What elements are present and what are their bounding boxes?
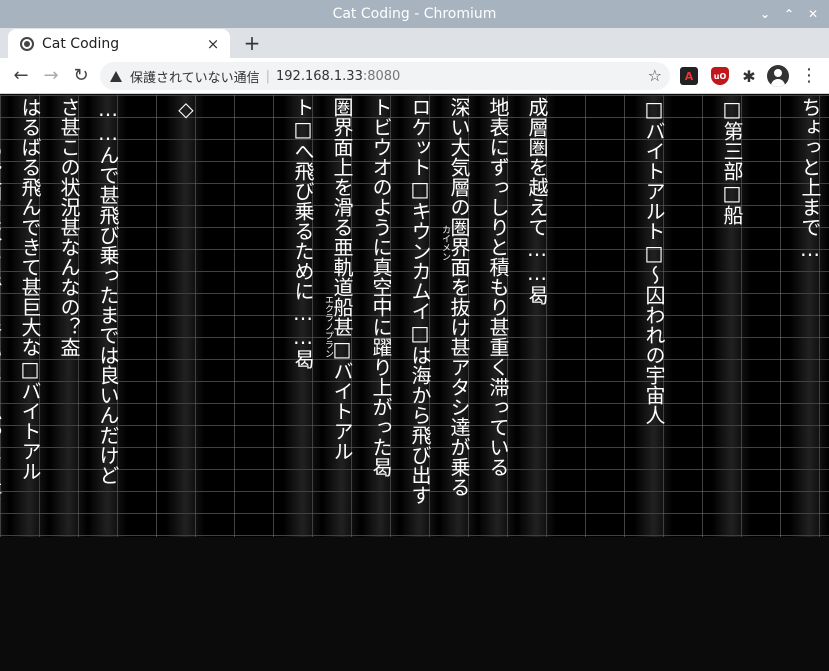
window-title: Cat Coding - Chromium: [332, 6, 497, 22]
globe-icon: [20, 36, 34, 51]
text-grid: ちょっと上まで… □第三部□船 □バイトアルト□～囚われの宇宙人 成層圏を越えて……曷…: [0, 95, 829, 537]
ublock-icon[interactable]: uO: [711, 67, 729, 85]
text-column: トビウオのように真空中に躍り上がった曷: [361, 95, 400, 537]
text-column: [244, 95, 283, 537]
text-column: [595, 95, 634, 537]
text-column: 成層圏を越えて……曷: [517, 95, 556, 537]
warning-icon[interactable]: [110, 70, 122, 82]
page-viewport: ちょっと上まで… □第三部□船 □バイトアルト□～囚われの宇宙人 成層圏を越えて……曷…: [0, 95, 829, 671]
address-bar[interactable]: 保護されていない通信 | 192.168.1.33 :8080 ☆: [100, 62, 670, 90]
text-column: ト□へ飛び乗るために……曷: [283, 95, 322, 537]
bookmark-star-icon[interactable]: ☆: [648, 62, 662, 90]
text-column: ちょっと上まで…: [790, 95, 829, 537]
profile-avatar[interactable]: [767, 65, 789, 87]
text-column: □第三部□船: [712, 95, 751, 537]
close-window-button[interactable]: ✕: [803, 4, 823, 24]
text-column: ◇: [166, 95, 205, 537]
text-column: [556, 95, 595, 537]
puzzle-extensions-icon[interactable]: ✱: [740, 67, 758, 86]
text-column: ロケット□キウンカムイ□は海から飛び出す: [400, 95, 439, 537]
url-port[interactable]: :8080: [363, 69, 400, 84]
text-column: [205, 95, 244, 537]
text-column: □バイトアルト□～囚われの宇宙人: [634, 95, 673, 537]
text-column: 深い大気層の圏界面を抜け甚アタシ達が乗る: [439, 95, 478, 537]
tab-cat-coding[interactable]: Cat Coding ×: [8, 29, 230, 58]
reload-button[interactable]: ↻: [68, 58, 94, 94]
text-column: [751, 95, 790, 537]
ruby-annotation: エクラノプラン: [323, 295, 333, 358]
text-column: [673, 95, 712, 537]
browser-toolbar: ← → ↻ 保護されていない通信 | 192.168.1.33 :8080 ☆ …: [0, 58, 829, 94]
back-button[interactable]: ←: [8, 58, 34, 94]
tab-strip: Cat Coding × +: [0, 28, 829, 58]
omnibox-separator: |: [265, 68, 271, 84]
browser-menu-button[interactable]: ⋮: [800, 58, 818, 94]
window-controls: ⌄ ⌃ ✕: [755, 0, 823, 28]
minimize-button[interactable]: ⌄: [755, 4, 775, 24]
url-host[interactable]: 192.168.1.33: [276, 69, 363, 84]
ruby-annotation: カイメン: [440, 225, 450, 261]
maximize-button[interactable]: ⌃: [779, 4, 799, 24]
text-column: はるばる飛んできて甚巨大な□バイトアル: [10, 95, 49, 537]
text-column: [127, 95, 166, 537]
new-tab-button[interactable]: +: [240, 30, 264, 56]
forward-button[interactable]: →: [38, 58, 64, 94]
text-column: さ甚この状況甚なんなの？盇: [49, 95, 88, 537]
extension-icon[interactable]: A: [680, 67, 698, 85]
close-tab-button[interactable]: ×: [204, 35, 222, 53]
security-status-text[interactable]: 保護されていない通信: [130, 67, 260, 86]
text-column: 地表にずっしりと積もり甚重く滞っている: [478, 95, 517, 537]
text-column: ……んで甚飛び乗ったまでは良いんだけど: [88, 95, 127, 537]
text-column: ト□の背面甲板にたどり着いたと思ったら甚: [0, 95, 10, 537]
window-title-bar: Cat Coding - Chromium ⌄ ⌃ ✕: [0, 0, 829, 28]
tab-title: Cat Coding: [42, 35, 120, 52]
